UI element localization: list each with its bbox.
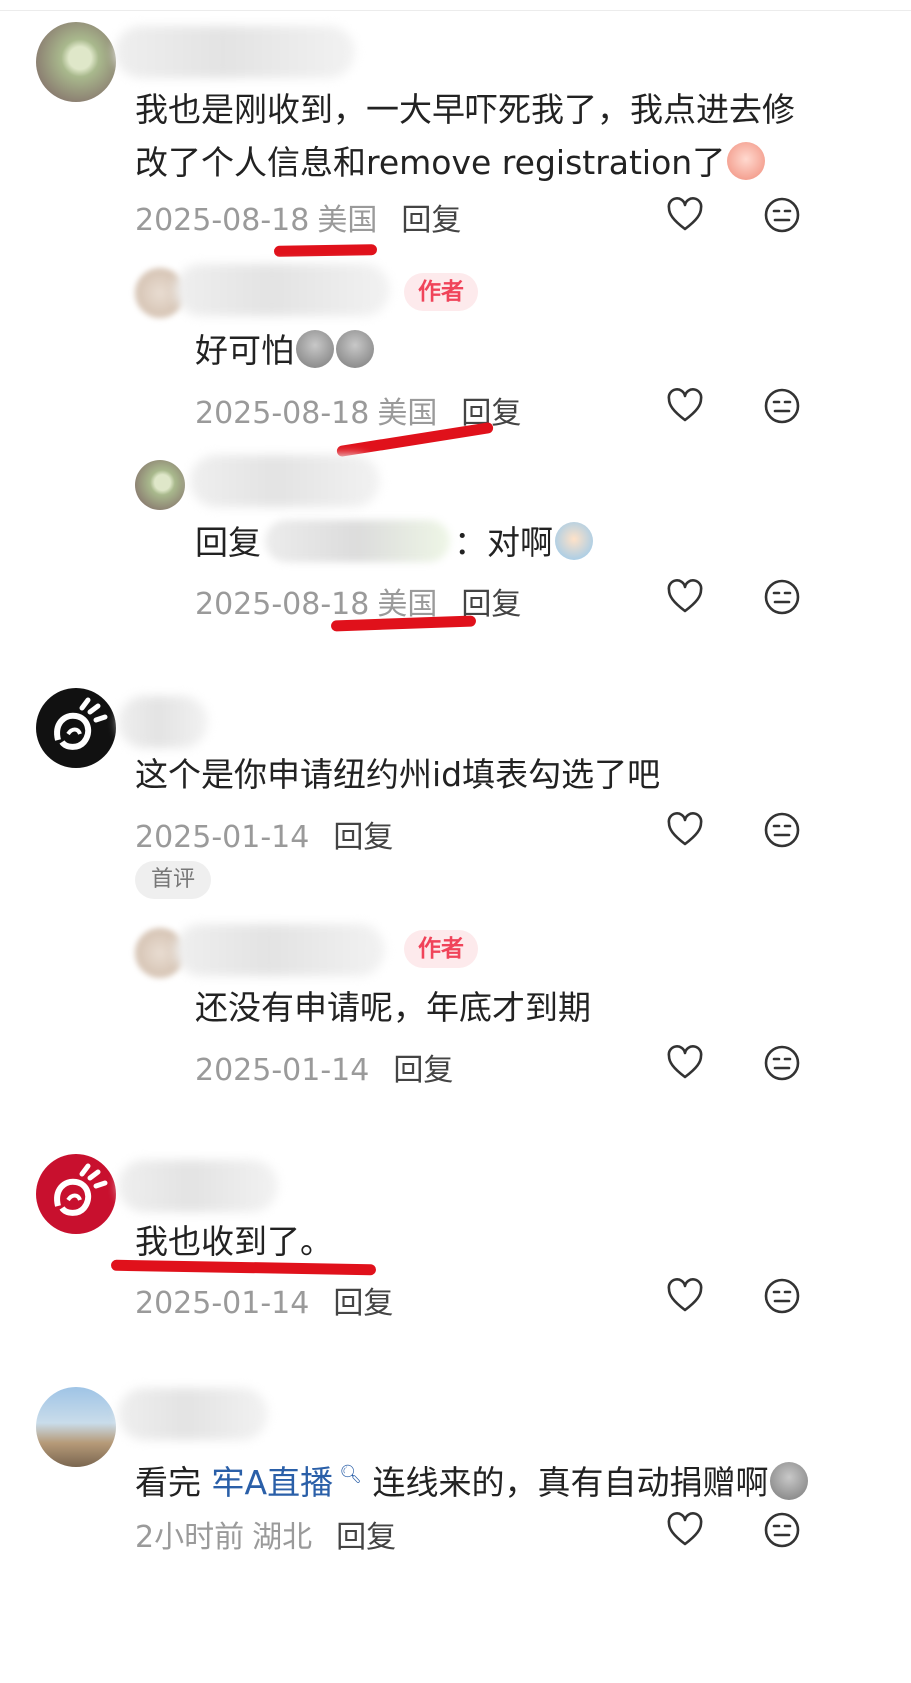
username-blurred[interactable] xyxy=(118,1160,278,1212)
mention-blurred[interactable] xyxy=(265,520,450,562)
comment-text-line1: 我也是刚收到，一大早吓死我了，我点进去修 xyxy=(135,90,795,129)
neutral-face-icon[interactable] xyxy=(762,195,802,235)
reply-button[interactable]: 回复 xyxy=(336,1520,396,1555)
reply-text: 好可怕 xyxy=(195,324,374,377)
sad-emoji-icon xyxy=(770,1462,809,1500)
reply-suffix: ：对啊 xyxy=(454,523,553,562)
reply-date: 2025-08-18 xyxy=(195,396,370,431)
comment-location: 美国 xyxy=(317,203,378,238)
like-icon[interactable] xyxy=(665,577,705,617)
username-blurred[interactable] xyxy=(175,264,390,316)
comment-location: 湖北 xyxy=(252,1520,313,1555)
neutral-face-icon[interactable] xyxy=(762,1276,802,1316)
like-icon[interactable] xyxy=(665,386,705,426)
search-icon: 🔍︎ xyxy=(339,1464,362,1485)
like-icon[interactable] xyxy=(665,1276,705,1316)
comment-text: 我也是刚收到，一大早吓死我了，我点进去修 改了个人信息和remove regis… xyxy=(135,83,795,189)
reply-date: 2025-08-18 xyxy=(195,587,370,622)
username-blurred[interactable] xyxy=(175,924,385,976)
username-blurred[interactable] xyxy=(190,455,380,507)
like-icon[interactable] xyxy=(665,195,705,235)
comment-text: 这个是你申请纽约州id填表勾选了吧 xyxy=(135,755,661,794)
like-icon[interactable] xyxy=(665,1510,705,1550)
reply-prefix: 回复 xyxy=(195,523,261,562)
red-underline-mark xyxy=(110,1259,377,1276)
like-icon[interactable] xyxy=(665,1043,705,1083)
reply-button[interactable]: 回复 xyxy=(393,1053,453,1088)
comment-text-post: 连线来的，真有自动捐赠啊 xyxy=(372,1463,769,1502)
reply-button[interactable]: 回复 xyxy=(333,820,393,855)
comment-date: 2025-01-14 xyxy=(135,1286,310,1321)
sad-emoji-icon xyxy=(336,330,374,368)
avatar[interactable] xyxy=(36,688,116,768)
reply-text: 还没有申请呢，年底才到期 xyxy=(195,988,591,1027)
reply-date: 2025-01-14 xyxy=(195,1053,370,1088)
avatar[interactable] xyxy=(135,460,185,510)
avatar[interactable] xyxy=(36,1387,116,1467)
reply-button[interactable]: 回复 xyxy=(401,203,461,238)
username-blurred[interactable] xyxy=(118,696,208,748)
comment-text-line2: 改了个人信息和remove registration了 xyxy=(135,143,726,182)
username-blurred[interactable] xyxy=(115,26,355,78)
comment-date: 2025-01-14 xyxy=(135,820,310,855)
reply-text: 回复 ：对啊 xyxy=(195,516,593,569)
reply-button[interactable]: 回复 xyxy=(333,1286,393,1321)
comment-meta: 2025-08-18 美国 回复 xyxy=(135,195,461,239)
live-stream-link-text: 牢A直播 xyxy=(211,1463,334,1502)
avatar[interactable] xyxy=(36,22,116,102)
crying-emoji-icon xyxy=(555,522,593,560)
comment-date: 2025-08-18 xyxy=(135,203,310,238)
neutral-face-icon[interactable] xyxy=(762,386,802,426)
reply-meta: 2025-01-14 回复 xyxy=(195,1045,453,1089)
comment-meta: 2小时前 湖北 回复 xyxy=(135,1512,396,1556)
author-tag: 作者 xyxy=(404,273,478,311)
neutral-face-icon[interactable] xyxy=(762,810,802,850)
neutral-face-icon[interactable] xyxy=(762,577,802,617)
comment-meta: 2025-01-14 回复 xyxy=(135,812,393,856)
reply-location: 美国 xyxy=(377,396,438,431)
author-tag: 作者 xyxy=(404,930,478,968)
reply-text-content: 好可怕 xyxy=(195,331,294,370)
top-divider xyxy=(0,0,911,11)
neutral-face-icon[interactable] xyxy=(762,1043,802,1083)
comment-text: 看完 牢A直播 🔍︎ 连线来的，真有自动捐赠啊 xyxy=(135,1448,809,1509)
comment-date: 2小时前 xyxy=(135,1520,245,1555)
sad-emoji-icon xyxy=(296,330,334,368)
like-icon[interactable] xyxy=(665,810,705,850)
comment-text-pre: 看完 xyxy=(135,1463,201,1502)
username-blurred[interactable] xyxy=(118,1388,268,1440)
scared-emoji-icon xyxy=(727,142,766,180)
first-comment-badge: 首评 xyxy=(135,861,212,899)
red-underline-mark xyxy=(273,244,378,257)
neutral-face-icon[interactable] xyxy=(762,1510,802,1550)
comment-meta: 2025-01-14 回复 xyxy=(135,1278,393,1322)
avatar[interactable] xyxy=(36,1154,116,1234)
live-stream-link[interactable]: 牢A直播 🔍︎ xyxy=(212,1463,362,1502)
